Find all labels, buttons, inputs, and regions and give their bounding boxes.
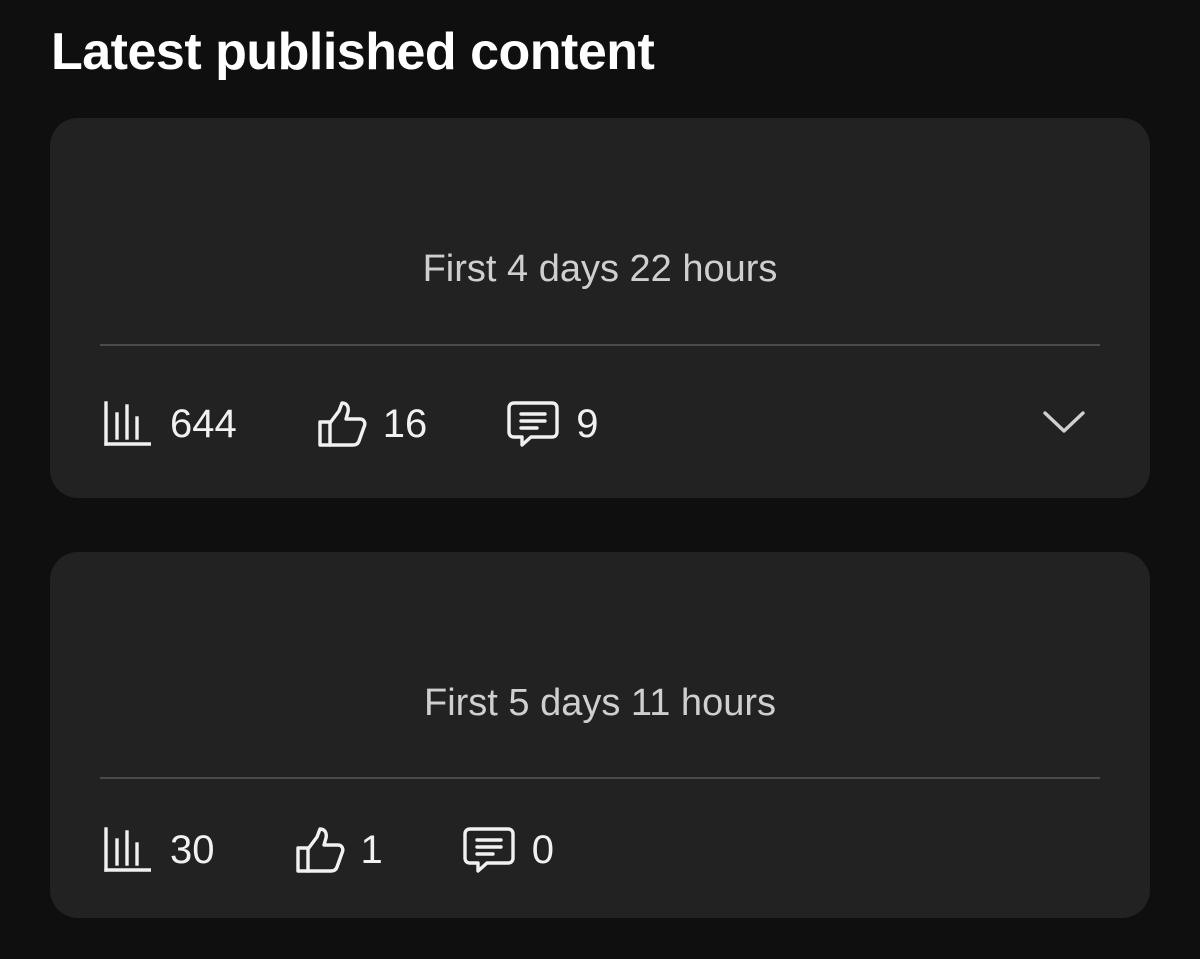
period-label: First 4 days 22 hours xyxy=(422,248,778,290)
comments-stat[interactable]: 9 xyxy=(506,400,599,448)
content-card[interactable]: First 5 days 11 hours 30 1 0 xyxy=(50,552,1150,918)
comments-stat[interactable]: 0 xyxy=(462,826,554,874)
likes-count: 16 xyxy=(382,402,428,446)
views-count: 644 xyxy=(170,402,237,446)
stats-row: 644 16 9 xyxy=(103,399,599,449)
views-stat: 30 xyxy=(103,826,215,874)
bar-chart-icon xyxy=(103,401,151,447)
thumbs-up-icon[interactable] xyxy=(317,400,367,448)
likes-stat[interactable]: 16 xyxy=(317,400,428,448)
views-count: 30 xyxy=(170,828,215,872)
period-label: First 5 days 11 hours xyxy=(423,682,776,724)
stats-row: 30 1 0 xyxy=(103,825,554,875)
views-stat: 644 xyxy=(103,400,237,448)
bar-chart-icon xyxy=(103,827,151,873)
divider xyxy=(100,344,1100,346)
likes-count: 1 xyxy=(360,828,383,872)
likes-stat[interactable]: 1 xyxy=(295,826,383,874)
divider xyxy=(100,777,1100,779)
content-card[interactable]: First 4 days 22 hours 644 16 9 xyxy=(50,118,1150,498)
chevron-down-icon[interactable] xyxy=(1042,409,1086,440)
section-title: Latest published content xyxy=(51,23,655,81)
comment-icon[interactable] xyxy=(462,826,516,874)
thumbs-up-icon[interactable] xyxy=(295,826,345,874)
comments-count: 0 xyxy=(531,828,554,872)
comments-count: 9 xyxy=(576,402,599,446)
expand-button[interactable] xyxy=(1040,404,1088,444)
comment-icon[interactable] xyxy=(506,400,560,448)
